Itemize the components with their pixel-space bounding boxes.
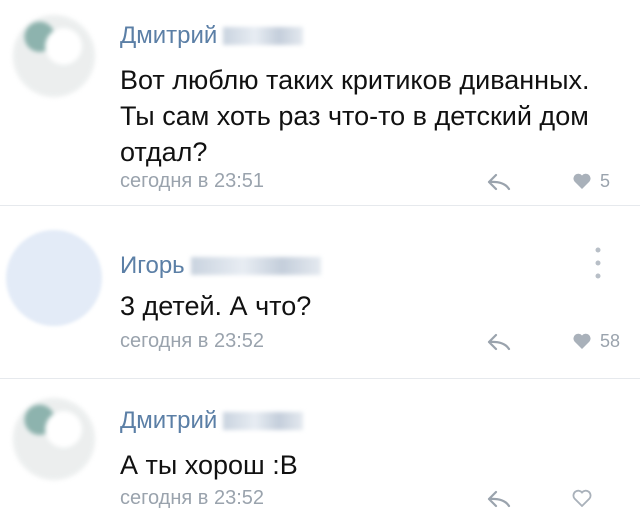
reply-arrow-icon[interactable] <box>486 489 512 509</box>
like-count: 58 <box>600 330 621 351</box>
comment-time: сегодня в 23:51 <box>120 170 264 192</box>
comments-feed: Дмитрий Вот люблю таких критиков диванны… <box>0 0 640 522</box>
author-name[interactable]: Игорь <box>120 252 185 279</box>
avatar[interactable] <box>6 230 102 326</box>
comment-item: Дмитрий А ты хорош :В сегодня в 23:52 <box>0 379 640 522</box>
heart-icon <box>573 333 591 349</box>
comment-author[interactable]: Игорь <box>120 252 321 280</box>
blurred-surname <box>223 412 304 430</box>
blurred-surname <box>223 27 304 45</box>
avatar[interactable] <box>6 8 102 104</box>
like-button[interactable]: 58 <box>572 330 620 352</box>
comment-author[interactable]: Дмитрий <box>120 22 304 50</box>
comment-item: Дмитрий Вот люблю таких критиков диванны… <box>0 0 640 205</box>
comment-text: Вот люблю таких критиков диванных. Ты са… <box>120 65 590 167</box>
like-count: 5 <box>600 170 611 191</box>
comment-time: сегодня в 23:52 <box>120 487 264 509</box>
comment-time: сегодня в 23:52 <box>120 330 264 352</box>
like-button[interactable]: 5 <box>572 170 610 192</box>
reply-arrow-icon[interactable] <box>486 172 512 192</box>
vertical-dots-icon[interactable] <box>594 246 602 280</box>
avatar[interactable] <box>6 391 102 487</box>
comment-text: А ты хорош :В <box>120 450 298 480</box>
reply-arrow-icon[interactable] <box>486 332 512 352</box>
heart-icon <box>573 173 591 189</box>
blurred-surname <box>190 257 321 275</box>
like-button[interactable] <box>572 487 600 509</box>
heart-icon <box>572 489 592 507</box>
author-name[interactable]: Дмитрий <box>120 407 217 434</box>
comment-text: 3 детей. А что? <box>120 291 312 321</box>
comment-item: Игорь 3 детей. А что? сегодня в 23:52 58 <box>0 206 640 378</box>
comment-author[interactable]: Дмитрий <box>120 407 304 435</box>
author-name[interactable]: Дмитрий <box>120 22 217 49</box>
